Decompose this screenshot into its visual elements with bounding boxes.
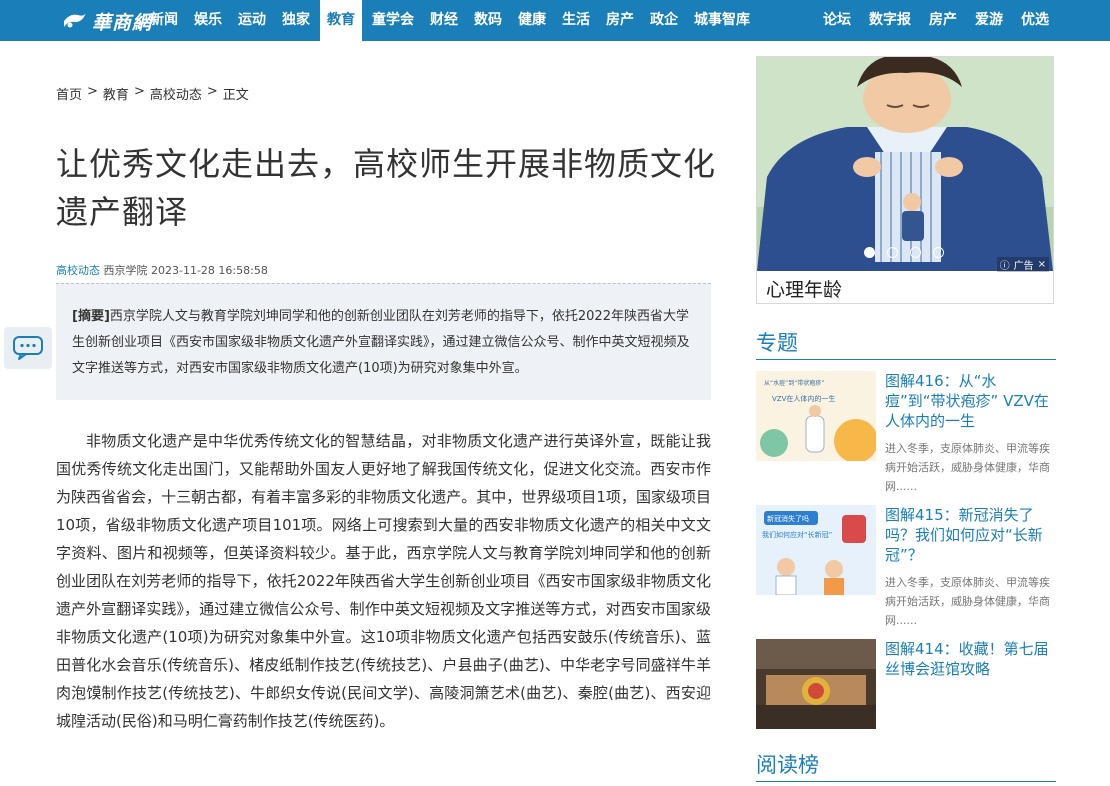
- nav-right-item[interactable]: 房产: [920, 0, 966, 41]
- topic-item[interactable]: 图解414：收藏！第七届丝博会逛馆攻略: [756, 639, 1056, 759]
- breadcrumb-education[interactable]: 教育: [103, 84, 129, 103]
- reading-rank-heading: 阅读榜: [756, 752, 1056, 782]
- nav-item[interactable]: 城事智库: [686, 0, 758, 41]
- nav-item[interactable]: 新闻: [142, 0, 186, 41]
- secondary-nav: 论坛 数字报 房产 爱游 优选: [814, 0, 1058, 41]
- carousel-dot[interactable]: [887, 247, 898, 258]
- special-topics-heading: 专题: [756, 330, 1056, 360]
- nav-item[interactable]: 健康: [510, 0, 554, 41]
- nav-item[interactable]: 教育: [320, 0, 362, 41]
- ad-illustration[interactable]: [757, 57, 1053, 271]
- topic-title[interactable]: 图解416：从“水痘”到“带状疱疹” VZV在人体内的一生: [885, 371, 1055, 431]
- nav-item[interactable]: 独家: [274, 0, 318, 41]
- topic-thumb-text: 从“水痘”到“带状疱疹”: [764, 379, 824, 387]
- main-nav: 新闻 娱乐 运动 独家 教育 童学会 财经 数码 健康 生活 房产 政企 城事智库: [142, 0, 758, 41]
- article-title: 让优秀文化走出去，高校师生开展非物质文化遗产翻译: [56, 145, 717, 231]
- nav-right-item[interactable]: 论坛: [814, 0, 860, 41]
- breadcrumb-separator: >: [206, 84, 218, 99]
- topic-title[interactable]: 图解415：新冠消失了吗？我们如何应对“长新冠”？: [885, 505, 1055, 565]
- article-source: 西京学院: [103, 264, 148, 277]
- topic-description: 进入冬季，支原体肺炎、甲流等疾病开始活跃，威胁身体健康，华商网......: [885, 576, 1050, 627]
- nav-item[interactable]: 娱乐: [186, 0, 230, 41]
- special-topics-title[interactable]: 专题: [756, 331, 798, 355]
- comment-icon: [13, 336, 43, 360]
- topic-thumbnail[interactable]: [756, 639, 876, 729]
- topic-description: 进入冬季，支原体肺炎、甲流等疾病开始活跃，威胁身体健康，华商网......: [885, 442, 1050, 493]
- nav-right-item[interactable]: 数字报: [860, 0, 920, 41]
- topic-item[interactable]: 从“水痘”到“带状疱疹” VZV在人体内的一生 图解416：从“水痘”到“带状疱…: [756, 371, 1056, 493]
- ad-info-icon: ⓘ: [999, 261, 1010, 272]
- nav-item[interactable]: 房产: [598, 0, 642, 41]
- abstract-text: 西京学院人文与教育学院刘坤同学和他的创新创业团队在刘芳老师的指导下，依托2022…: [72, 309, 690, 376]
- nav-item[interactable]: 财经: [422, 0, 466, 41]
- nav-item[interactable]: 数码: [466, 0, 510, 41]
- carousel-dot[interactable]: [933, 247, 944, 258]
- nav-item[interactable]: 运动: [230, 0, 274, 41]
- nav-right-item[interactable]: 爱游: [966, 0, 1012, 41]
- comment-float-button[interactable]: [4, 327, 52, 369]
- logo-mark-icon: [64, 13, 86, 28]
- article-body: 非物质文化遗产是中华优秀传统文化的智慧结晶，对非物质文化遗产进行英译外宣，既能让…: [56, 432, 711, 730]
- abstract-label: [摘要]: [72, 309, 110, 324]
- nav-item[interactable]: 政企: [642, 0, 686, 41]
- ad-carousel[interactable]: ⓘ 广告 × 心理年龄: [756, 56, 1054, 304]
- ad-badge[interactable]: ⓘ 广告 ×: [996, 257, 1049, 272]
- topic-thumb-text: 新冠消失了吗: [767, 514, 809, 523]
- nav-right-item[interactable]: 优选: [1012, 0, 1058, 41]
- carousel-dot[interactable]: [864, 247, 875, 258]
- ad-close-icon[interactable]: ×: [1038, 259, 1046, 270]
- article-category-link[interactable]: 高校动态: [56, 264, 100, 277]
- ad-tag-label: 广告: [1013, 261, 1034, 272]
- ad-caption[interactable]: 心理年龄: [766, 275, 842, 302]
- topic-thumb-text: VZV在人体内的一生: [772, 394, 835, 403]
- topic-item[interactable]: 新冠消失了吗 我们如何应对“长新冠” 图解415：新冠消失了吗？我们如何应对“长…: [756, 505, 1056, 627]
- article-datetime: 2023-11-28 16:58:58: [151, 264, 268, 277]
- reading-rank-title[interactable]: 阅读榜: [756, 753, 819, 777]
- topic-thumbnail[interactable]: 新冠消失了吗 我们如何应对“长新冠”: [756, 505, 876, 595]
- site-logo[interactable]: 華商網: [62, 7, 152, 35]
- topic-title[interactable]: 图解414：收藏！第七届丝博会逛馆攻略: [885, 639, 1055, 679]
- breadcrumb-current: 正文: [222, 88, 249, 103]
- carousel-dot[interactable]: [910, 247, 921, 258]
- nav-item[interactable]: 生活: [554, 0, 598, 41]
- topic-thumbnail[interactable]: 从“水痘”到“带状疱疹” VZV在人体内的一生: [756, 371, 876, 461]
- breadcrumb-home[interactable]: 首页: [56, 84, 82, 103]
- breadcrumb: 首页 > 教育 > 高校动态 > 正文: [56, 84, 249, 103]
- breadcrumb-separator: >: [87, 84, 98, 99]
- breadcrumb-separator: >: [133, 84, 145, 99]
- top-nav: 華商網 新闻 娱乐 运动 独家 教育 童学会 财经 数码 健康 生活 房产 政企 城事智库 论坛 数字报房…: [0, 0, 1110, 41]
- carousel-indicators: [864, 247, 944, 258]
- article-abstract: [摘要]西京学院人文与教育学院刘坤同学和他的创新创业团队在刘芳老师的指导下，依托…: [56, 283, 711, 400]
- article-meta: 高校动态 西京学院 2023-11-28 16:58:58: [56, 262, 268, 278]
- topic-thumb-text: 我们如何应对“长新冠”: [762, 530, 832, 539]
- nav-item[interactable]: 童学会: [364, 0, 422, 41]
- breadcrumb-campus-news[interactable]: 高校动态: [150, 84, 202, 103]
